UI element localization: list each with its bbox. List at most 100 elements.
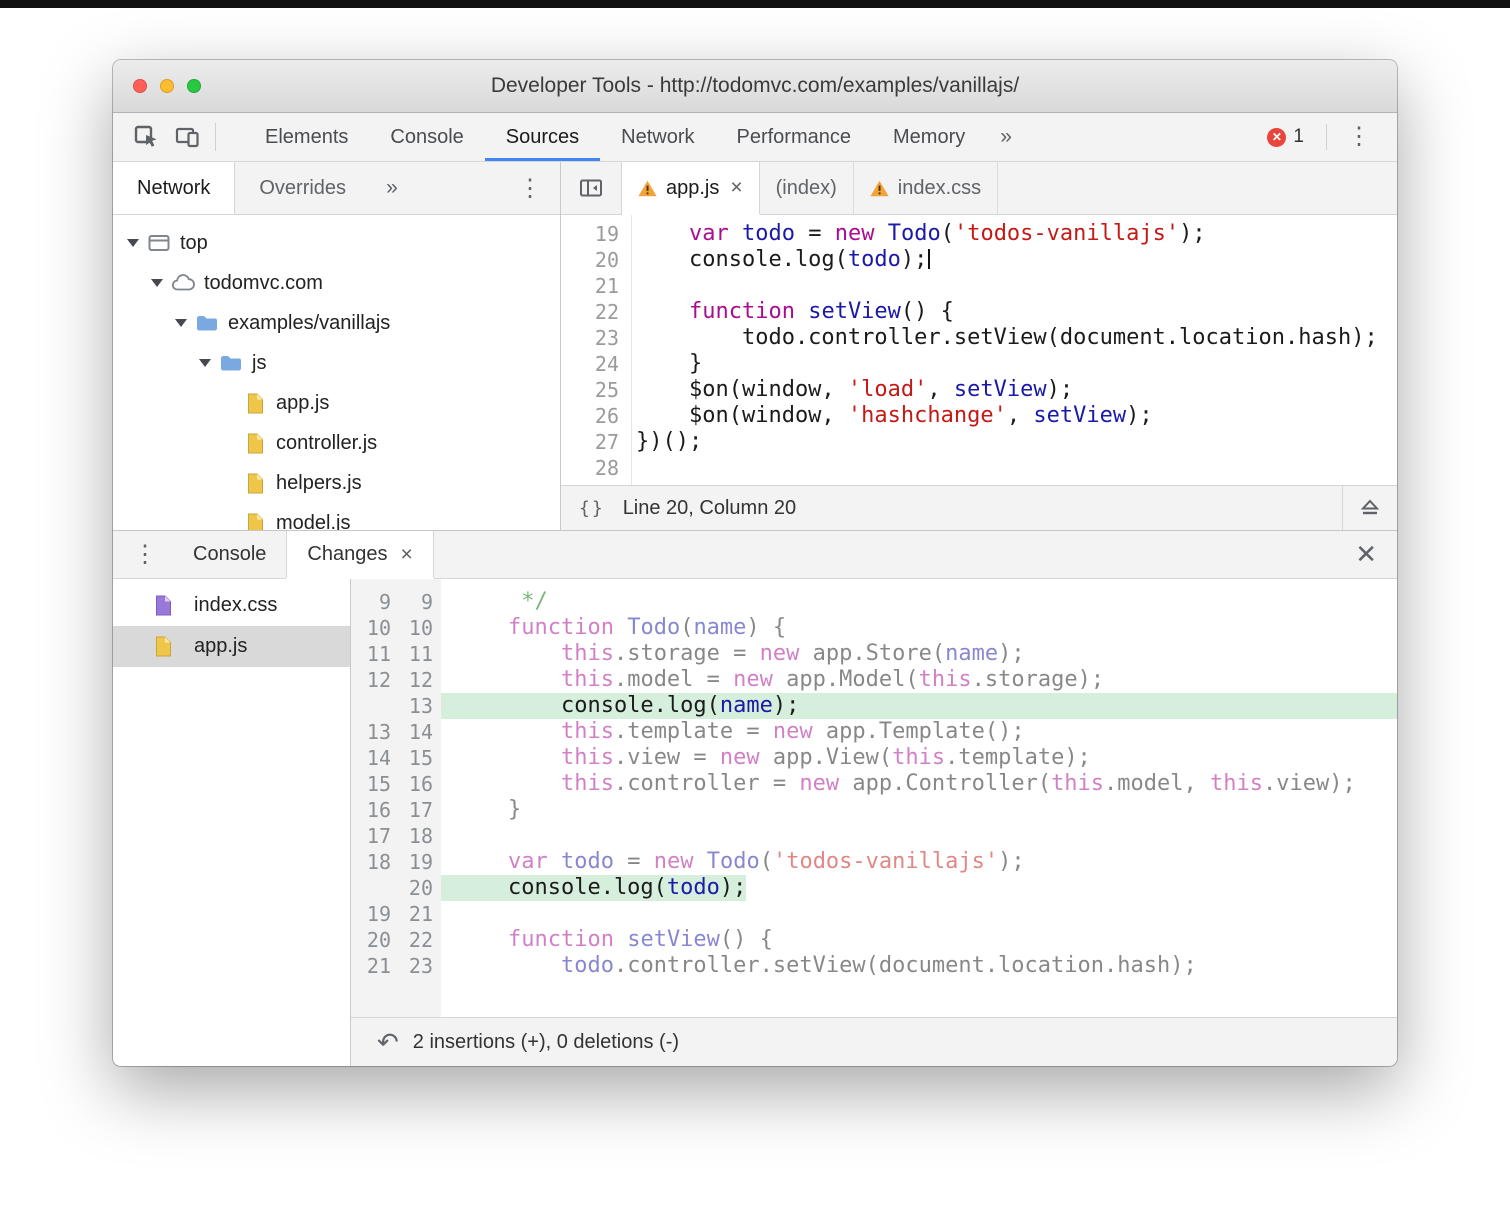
code-text[interactable]: todo.controller.setView(document.locatio…: [631, 325, 1378, 351]
code-text[interactable]: var todo = new Todo('todos-vanillajs');: [631, 221, 1206, 247]
disclosure-triangle-icon[interactable]: [199, 359, 211, 367]
line-number[interactable]: 20: [561, 247, 631, 273]
changes-file-index-css[interactable]: index.css: [113, 585, 350, 626]
tree-item-app-js[interactable]: app.js: [113, 383, 560, 423]
tree-item-todomvc-com[interactable]: todomvc.com: [113, 263, 560, 303]
disclosure-triangle-icon[interactable]: [175, 319, 187, 327]
toolbar-tab-sources[interactable]: Sources: [484, 113, 601, 161]
code-text[interactable]: })();: [631, 429, 702, 455]
toolbar-more-tabs-icon[interactable]: »: [986, 113, 1026, 161]
line-number[interactable]: 24: [561, 351, 631, 377]
sources-panel: Network Overrides » ⋮ top todomvc.com examp…: [113, 162, 1397, 530]
disclosure-triangle-icon[interactable]: [127, 239, 139, 247]
navigator-header: Network Overrides » ⋮: [113, 162, 560, 215]
toolbar-tab-network[interactable]: Network: [600, 113, 715, 161]
css-file-icon: [151, 595, 175, 617]
diff-row: 20 22 function setView() {: [351, 927, 1397, 953]
tree-item-label: js: [252, 351, 267, 374]
line-number[interactable]: 23: [561, 325, 631, 351]
navigator-kebab-icon[interactable]: ⋮: [500, 162, 560, 214]
tree-item-label: model.js: [276, 511, 351, 531]
diff-code: }: [455, 797, 522, 822]
diff-summary: 2 insertions (+), 0 deletions (-): [412, 1030, 680, 1053]
cloud-icon: [171, 272, 195, 294]
drawer-tab-label: Changes: [307, 543, 388, 565]
diff-row: 11 11 this.storage = new app.Store(name);: [351, 641, 1397, 667]
close-window-button[interactable]: [133, 79, 147, 93]
tree-item-model-js[interactable]: model.js: [113, 503, 560, 530]
old-line-number: 9: [378, 590, 391, 614]
sidebar-tab-overrides[interactable]: Overrides: [235, 162, 370, 214]
sidebar-more-tabs-icon[interactable]: »: [370, 162, 414, 214]
toolbar-tab-console[interactable]: Console: [369, 113, 484, 161]
code-text[interactable]: }: [631, 351, 702, 377]
code-text[interactable]: $on(window, 'hashchange', setView);: [631, 403, 1153, 429]
editor-tab-app-js[interactable]: app.js ×: [622, 162, 760, 214]
traffic-lights: [133, 60, 201, 112]
diff-code: [441, 823, 1397, 849]
disclosure-triangle-icon[interactable]: [151, 279, 163, 287]
close-tab-icon[interactable]: ×: [730, 176, 742, 200]
error-badge-icon[interactable]: ✕: [1267, 127, 1287, 147]
new-line-number: 14: [408, 720, 433, 744]
old-line-number: 18: [366, 850, 391, 874]
code-text[interactable]: $on(window, 'load', setView);: [631, 377, 1073, 403]
zoom-window-button[interactable]: [187, 79, 201, 93]
toolbar-tab-performance[interactable]: Performance: [716, 113, 873, 161]
changes-file-list: index.css app.js: [113, 579, 351, 1066]
editor-tab-label: index.css: [897, 176, 982, 199]
old-line-number: 10: [366, 616, 391, 640]
warning-icon: [870, 180, 889, 197]
tree-item-helpers-js[interactable]: helpers.js: [113, 463, 560, 503]
old-line-number: 21: [366, 954, 391, 978]
tree-item-top[interactable]: top: [113, 223, 560, 263]
drawer: ⋮ Console Changes × ✕ index.css app.js 9 9 *…: [113, 530, 1397, 1066]
revert-icon[interactable]: ↶: [377, 1029, 399, 1055]
kebab-menu-icon[interactable]: ⋮: [1337, 125, 1381, 149]
eject-icon[interactable]: [1342, 486, 1397, 530]
old-line-number: 11: [366, 642, 391, 666]
pretty-print-icon[interactable]: {}: [579, 498, 605, 519]
line-number[interactable]: 19: [561, 221, 631, 247]
sidebar-tabs: Network Overrides: [113, 162, 370, 214]
new-line-number: 22: [408, 928, 433, 952]
editor-tab-index-css[interactable]: index.css: [854, 162, 999, 214]
hide-navigator-icon[interactable]: [561, 162, 622, 214]
toolbar-tab-memory[interactable]: Memory: [872, 113, 986, 161]
file-tree: top todomvc.com examples/vanillajs js app.js…: [113, 215, 560, 530]
minimize-window-button[interactable]: [160, 79, 174, 93]
changes-file-app-js[interactable]: app.js: [113, 626, 350, 667]
code-text[interactable]: function setView() {: [631, 299, 954, 325]
js-icon: [243, 512, 267, 530]
diff-row: 16 17 }: [351, 797, 1397, 823]
code-text[interactable]: console.log(todo);: [631, 247, 931, 273]
sidebar-tab-network[interactable]: Network: [113, 162, 236, 214]
drawer-kebab-icon[interactable]: ⋮: [113, 531, 173, 578]
line-number[interactable]: 28: [561, 455, 631, 481]
line-number[interactable]: 27: [561, 429, 631, 455]
device-toolbar-icon[interactable]: [167, 113, 209, 161]
close-tab-icon[interactable]: ×: [400, 543, 412, 567]
drawer-tab-changes[interactable]: Changes ×: [286, 531, 434, 578]
line-number[interactable]: 21: [561, 273, 631, 299]
inspect-icon[interactable]: [125, 113, 167, 161]
line-number[interactable]: 22: [561, 299, 631, 325]
new-line-number: 20: [408, 876, 433, 900]
diff-row: 17 18: [351, 823, 1397, 849]
old-line-number: 19: [366, 902, 391, 926]
editor-tab-index[interactable]: (index): [760, 162, 854, 214]
tree-item-js[interactable]: js: [113, 343, 560, 383]
drawer-tab-console[interactable]: Console: [173, 531, 286, 578]
old-line-number: 12: [366, 668, 391, 692]
error-x-glyph: ✕: [1271, 130, 1282, 144]
titlebar[interactable]: Developer Tools - http://todomvc.com/exa…: [113, 60, 1397, 113]
close-drawer-icon[interactable]: ✕: [1335, 531, 1397, 578]
toolbar-tab-elements[interactable]: Elements: [244, 113, 369, 161]
tree-item-controller-js[interactable]: controller.js: [113, 423, 560, 463]
line-number[interactable]: 26: [561, 403, 631, 429]
code-editor[interactable]: 19 var todo = new Todo('todos-vanillajs'…: [561, 215, 1397, 485]
line-number[interactable]: 25: [561, 377, 631, 403]
new-line-number: 15: [408, 746, 433, 770]
diff-row: 14 15 this.view = new app.View(this.templ…: [351, 745, 1397, 771]
tree-item-examples-vanillajs[interactable]: examples/vanillajs: [113, 303, 560, 343]
